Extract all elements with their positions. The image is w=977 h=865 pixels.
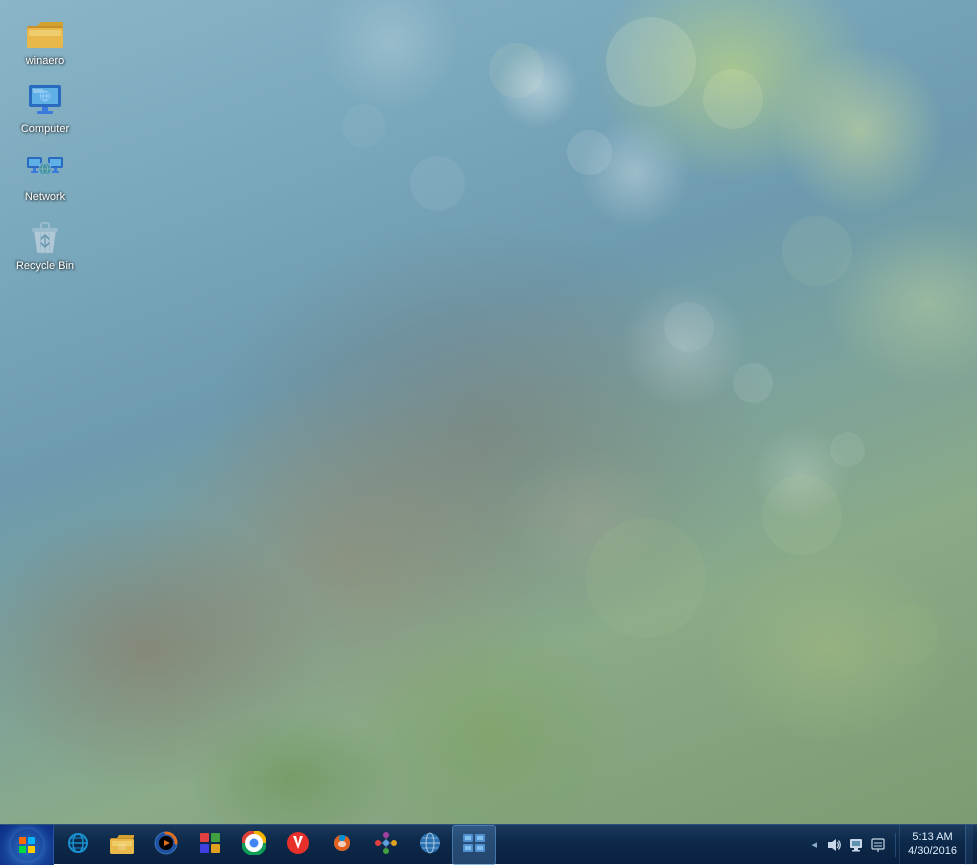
- tray-network-icon[interactable]: [846, 835, 866, 855]
- app7-icon: [374, 831, 398, 859]
- winaero-label: winaero: [26, 55, 65, 68]
- desktop: winaero: [0, 0, 977, 864]
- explorer-icon: [110, 832, 134, 858]
- system-tray: ◂: [805, 825, 977, 864]
- computer-label: Computer: [21, 123, 69, 136]
- network-icon: [27, 152, 63, 188]
- start-button[interactable]: [0, 825, 54, 865]
- globe-icon: [418, 831, 442, 859]
- desktop-icon-recycle-bin[interactable]: Recycle Bin: [5, 215, 85, 279]
- chrome-icon: [242, 831, 266, 859]
- network-label: Network: [25, 191, 65, 204]
- tray-action-center-icon[interactable]: [868, 835, 888, 855]
- media-player-icon: [154, 831, 178, 859]
- taskbar-icon-network-display[interactable]: [452, 825, 496, 865]
- taskbar-icon-firefox[interactable]: [320, 825, 364, 865]
- taskbar-icon-chrome[interactable]: [232, 825, 276, 865]
- system-clock[interactable]: 5:13 AM 4/30/2016: [899, 825, 965, 864]
- taskbar-icon-paint[interactable]: [188, 825, 232, 865]
- taskbar: ◂: [0, 824, 977, 864]
- desktop-icon-winaero[interactable]: winaero: [5, 10, 85, 74]
- tray-expand-chevron[interactable]: ◂: [809, 838, 821, 851]
- taskbar-icon-explorer[interactable]: [100, 825, 144, 865]
- recycle-bin-label: Recycle Bin: [16, 260, 74, 273]
- desktop-icon-network[interactable]: Network: [5, 146, 85, 210]
- ie-icon: [66, 831, 90, 859]
- taskbar-icon-ie[interactable]: [56, 825, 100, 865]
- vivaldi-icon: [286, 831, 310, 859]
- tray-volume-icon[interactable]: [824, 835, 844, 855]
- grass-overlay: [0, 0, 977, 864]
- clock-time: 5:13 AM: [912, 831, 952, 844]
- recycle-bin-icon: [27, 221, 63, 257]
- tray-icons: [820, 835, 892, 855]
- firefox-icon: [330, 831, 354, 859]
- show-desktop-button[interactable]: [965, 825, 973, 865]
- network-display-icon: [462, 831, 486, 859]
- taskbar-icon-globe[interactable]: [408, 825, 452, 865]
- taskbar-pinned-icons: [54, 825, 498, 864]
- computer-icon: [27, 84, 63, 120]
- winaero-icon: [27, 16, 63, 52]
- start-orb: [11, 829, 43, 861]
- desktop-icons-container: winaero: [0, 0, 90, 293]
- clock-date: 4/30/2016: [908, 845, 957, 858]
- paint-icon: [198, 831, 222, 859]
- desktop-icon-computer[interactable]: Computer: [5, 78, 85, 142]
- taskbar-icon-app7[interactable]: [364, 825, 408, 865]
- taskbar-icon-vivaldi[interactable]: [276, 825, 320, 865]
- taskbar-icon-media-player[interactable]: [144, 825, 188, 865]
- tray-separator: [895, 833, 896, 857]
